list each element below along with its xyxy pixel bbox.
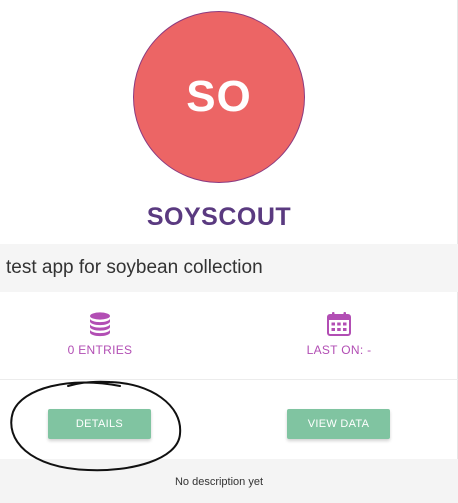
app-avatar: SO: [133, 11, 305, 183]
last-on-stat: LAST ON: -: [229, 311, 449, 357]
app-description-bar: test app for soybean collection: [0, 244, 458, 292]
details-button[interactable]: DETAILS: [48, 409, 151, 439]
app-title: SOYSCOUT: [146, 203, 292, 231]
avatar-initials: SO: [186, 72, 252, 121]
view-data-button[interactable]: VIEW DATA: [287, 409, 390, 439]
entries-count: 0 ENTRIES: [67, 343, 133, 357]
calendar-icon: [327, 312, 351, 336]
last-on-value: LAST ON: -: [306, 343, 372, 357]
entries-stat: 0 ENTRIES: [0, 311, 210, 357]
database-icon: [90, 312, 110, 337]
app-description: test app for soybean collection: [6, 257, 263, 278]
footer-description: No description yet: [174, 476, 264, 488]
app-card: SO SOYSCOUT test app for soybean collect…: [0, 0, 458, 503]
section-divider: [0, 379, 458, 380]
